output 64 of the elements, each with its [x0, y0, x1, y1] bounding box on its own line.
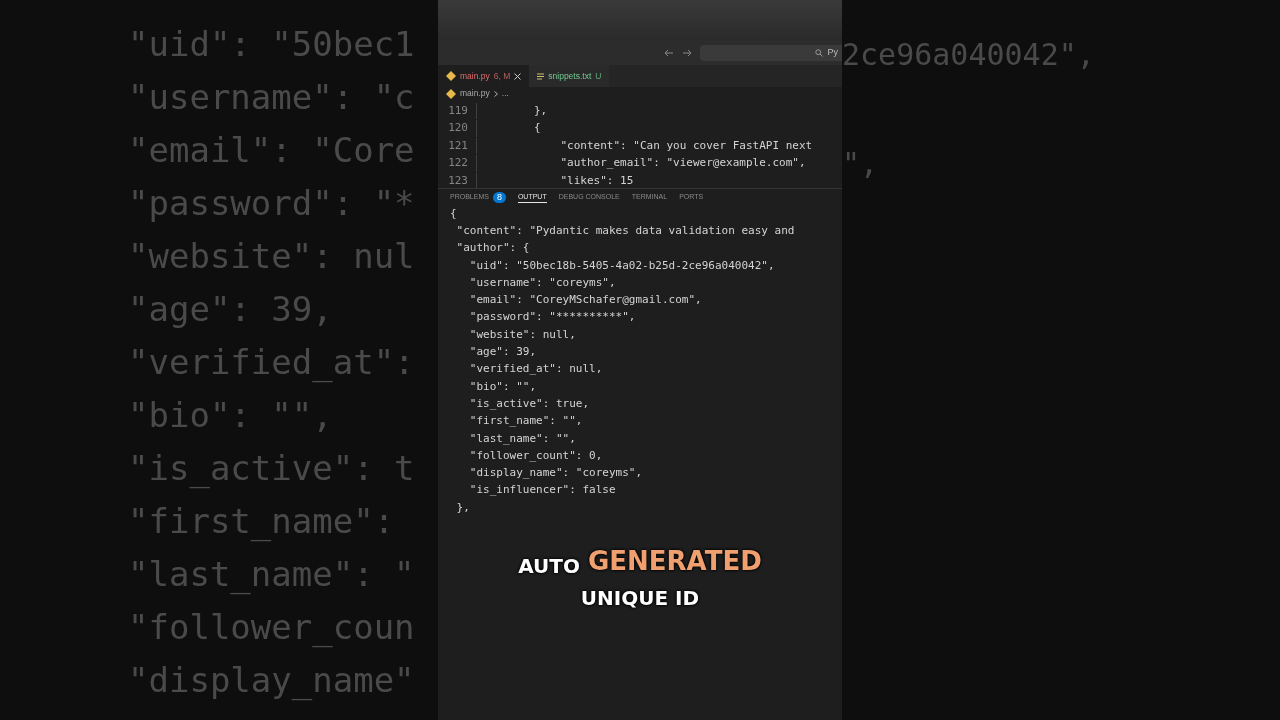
code-line: }, — [476, 102, 548, 119]
code-line: "content": "Can you cover FastAPI next — [476, 137, 813, 154]
output-line: "follower_count": 0, — [468, 447, 604, 464]
output-line: "username": "coreyms", — [468, 274, 617, 291]
chevron-icon — [493, 90, 498, 97]
caption-text: UNIQUE ID — [580, 585, 700, 613]
blurred-code-line: "is_active": t — [128, 447, 416, 491]
output-line: "last_name": "", — [468, 430, 577, 447]
code-line: "likes": 15 — [476, 172, 634, 188]
output-line: "bio": "", — [468, 378, 538, 395]
blurred-code-line: 2ce96a040042", — [842, 36, 1096, 74]
output-line: "verified_at": null, — [468, 361, 604, 378]
tab-label: snippets.txt — [548, 69, 592, 83]
python-file-icon — [446, 88, 456, 99]
python-file-icon — [446, 71, 456, 81]
output-line: "content": "Pydantic makes data validation easy and — [455, 223, 796, 239]
output-line: "age": 39, — [468, 344, 538, 361]
search-icon — [815, 48, 824, 57]
output-line: "email": "CoreyMSchafer@gmail.com", — [468, 292, 703, 309]
count-badge: 8 — [492, 192, 506, 203]
output-line: }, — [455, 499, 471, 516]
code-line: { — [476, 120, 541, 137]
blurred-code-line: "follower_coun — [128, 606, 416, 650]
output-line: "display_name": "coreyms", — [468, 465, 644, 482]
blurred-code-line: "email": "Core — [128, 129, 416, 172]
text-file-icon — [537, 72, 545, 80]
output-line: "author": { — [455, 240, 531, 257]
caption-text: AUTO — [518, 553, 580, 581]
output-line: "is_influencer": false — [468, 482, 617, 499]
breadcrumb-more[interactable]: ... — [501, 87, 509, 100]
blurred-code-line: "last_name": " — [128, 553, 416, 597]
back-arrow-icon[interactable] — [664, 48, 674, 57]
forward-arrow-icon[interactable] — [682, 48, 692, 57]
search-field[interactable]: Py — [700, 44, 842, 61]
blurred-code-line: "username": "c — [128, 76, 416, 119]
close-icon[interactable] — [514, 72, 522, 80]
line-number: 122 — [447, 155, 469, 171]
blurred-code-line: "bio": "", — [128, 394, 334, 437]
output-line: "is_active": true, — [468, 395, 591, 412]
blurred-code-line: "uid": "50bec1 — [128, 23, 416, 66]
editor-tab[interactable]: snippets.txt U — [529, 65, 610, 87]
line-number: 119 — [447, 102, 469, 119]
tab-status: U — [595, 69, 602, 83]
blurred-code-line: "display_name" — [128, 659, 416, 703]
caption-text: GENERATED — [587, 545, 762, 579]
blurred-code-line: "website": nul — [128, 235, 416, 278]
blurred-code-line: "age": 39, — [128, 288, 334, 331]
line-number: 121 — [447, 137, 469, 154]
output-line: { — [450, 206, 458, 222]
blurred-code-line: ", — [842, 145, 880, 183]
tab-status: 6, M — [493, 69, 511, 83]
editor-tab[interactable]: main.py 6, M — [438, 65, 530, 87]
blurred-code-line: "password": "* — [128, 182, 416, 225]
blurred-code-line: "first_name": — [128, 500, 396, 544]
output-line: "uid": "50bec18b-5405-4a02-b25d-2ce96a040042", — [468, 257, 776, 274]
output-line: "password": "**********", — [468, 309, 637, 326]
line-number: 123 — [447, 172, 469, 188]
tab-label: main.py — [460, 69, 490, 83]
code-line: "author_email": "viewer@example.com", — [476, 155, 806, 172]
breadcrumb-file[interactable]: main.py — [460, 87, 490, 100]
output-line: "website": null, — [468, 326, 577, 343]
output-line: "first_name": "", — [468, 413, 584, 430]
blurred-code-line: "verified_at": — [128, 341, 416, 385]
line-number: 120 — [447, 120, 469, 136]
